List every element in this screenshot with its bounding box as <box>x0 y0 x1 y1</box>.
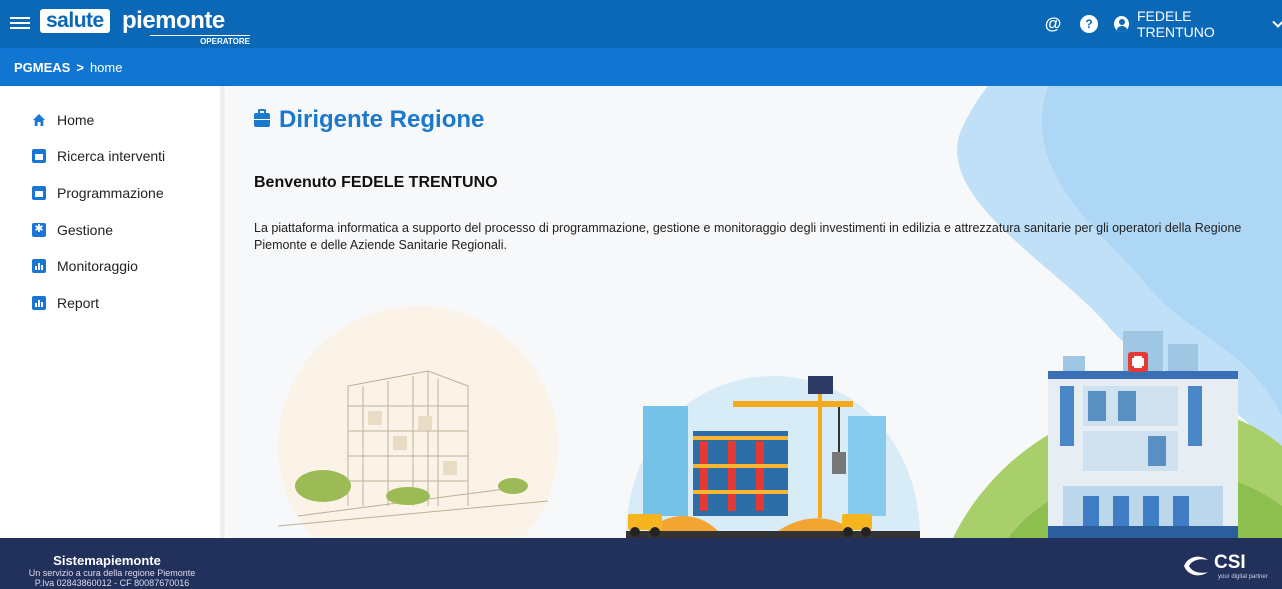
footer-line-1: Un servizio a cura della regione Piemont… <box>28 568 196 578</box>
footer-title: Sistemapiemonte <box>53 553 161 568</box>
sidebar-item-label: Ricerca interventi <box>57 148 166 164</box>
breadcrumb-root[interactable]: PGMEAS <box>14 60 70 75</box>
welcome-message: Benvenuto FEDELE TRENTUNO <box>254 174 498 191</box>
user-menu[interactable]: FEDELE TRENTUNO <box>1114 8 1282 40</box>
background-illustration <box>277 86 1282 538</box>
sidebar: Home Ricerca interventi Programmazione G… <box>0 86 224 538</box>
sidebar-item-label: Gestione <box>57 222 114 238</box>
page-title: Dirigente Regione <box>254 106 484 134</box>
calendar-icon <box>32 149 46 163</box>
help-icon[interactable]: ? <box>1080 15 1098 33</box>
page-title-text: Dirigente Regione <box>279 106 485 133</box>
at-icon[interactable]: @ <box>1044 15 1062 33</box>
sidebar-item-report[interactable]: Report <box>32 292 99 314</box>
sidebar-item-label: Report <box>57 295 100 311</box>
sidebar-item-monitoraggio[interactable]: Monitoraggio <box>32 255 138 277</box>
chart-icon <box>32 296 46 310</box>
logo-subtitle: OPERATORE <box>150 35 250 46</box>
breadcrumb-current: home <box>89 59 123 75</box>
csi-logo[interactable]: CSI your digital partner <box>1180 552 1280 580</box>
breadcrumb: PGMEAS > home <box>0 48 1282 86</box>
main-content: Dirigente Regione Benvenuto FEDELE TRENT… <box>228 86 1282 538</box>
csi-logo-icon <box>1184 556 1208 576</box>
top-header: salute piemonte OPERATORE @ ? FEDELE TRE… <box>0 0 1282 48</box>
briefcase-icon <box>254 109 270 127</box>
platform-description: La piattaforma informatica a supporto de… <box>254 221 1242 252</box>
logo-box-text: salute <box>40 9 110 33</box>
footer: Sistemapiemonte Un servizio a cura della… <box>0 538 1282 589</box>
csi-brand-text: CSI <box>1214 552 1246 573</box>
sidebar-item-label: Home <box>57 112 95 128</box>
sidebar-item-home[interactable]: Home <box>32 109 94 131</box>
footer-line-2: P.Iva 02843860012 - CF 80087670016 <box>34 578 190 588</box>
home-icon <box>33 114 45 126</box>
chart-icon <box>32 259 46 273</box>
sidebar-item-ricerca-interventi[interactable]: Ricerca interventi <box>32 145 165 167</box>
sidebar-item-gestione[interactable]: Gestione <box>32 219 113 241</box>
user-name: FEDELE TRENTUNO <box>1137 8 1215 40</box>
sidebar-item-programmazione[interactable]: Programmazione <box>32 182 164 204</box>
sidebar-item-label: Monitoraggio <box>57 258 138 274</box>
user-avatar-icon <box>1114 16 1129 32</box>
breadcrumb-separator: > <box>76 59 84 75</box>
calendar-icon <box>32 186 46 200</box>
csi-tagline: your digital partner <box>1218 574 1268 580</box>
hamburger-menu-icon[interactable] <box>10 14 30 34</box>
sidebar-item-label: Programmazione <box>57 185 164 201</box>
logo-word-text: piemonte <box>122 7 225 34</box>
settings-icon <box>32 222 46 237</box>
chevron-down-icon <box>1272 16 1282 28</box>
